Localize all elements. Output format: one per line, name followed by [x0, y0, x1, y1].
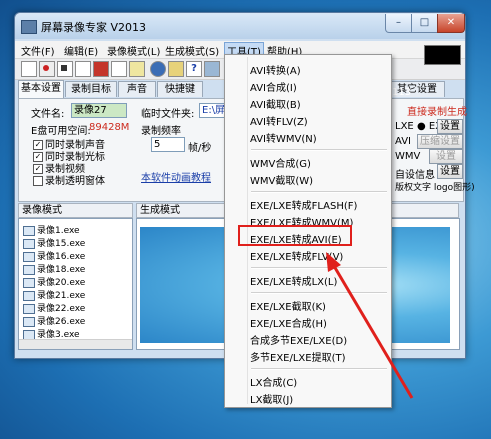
annotation-arrow [326, 252, 414, 399]
